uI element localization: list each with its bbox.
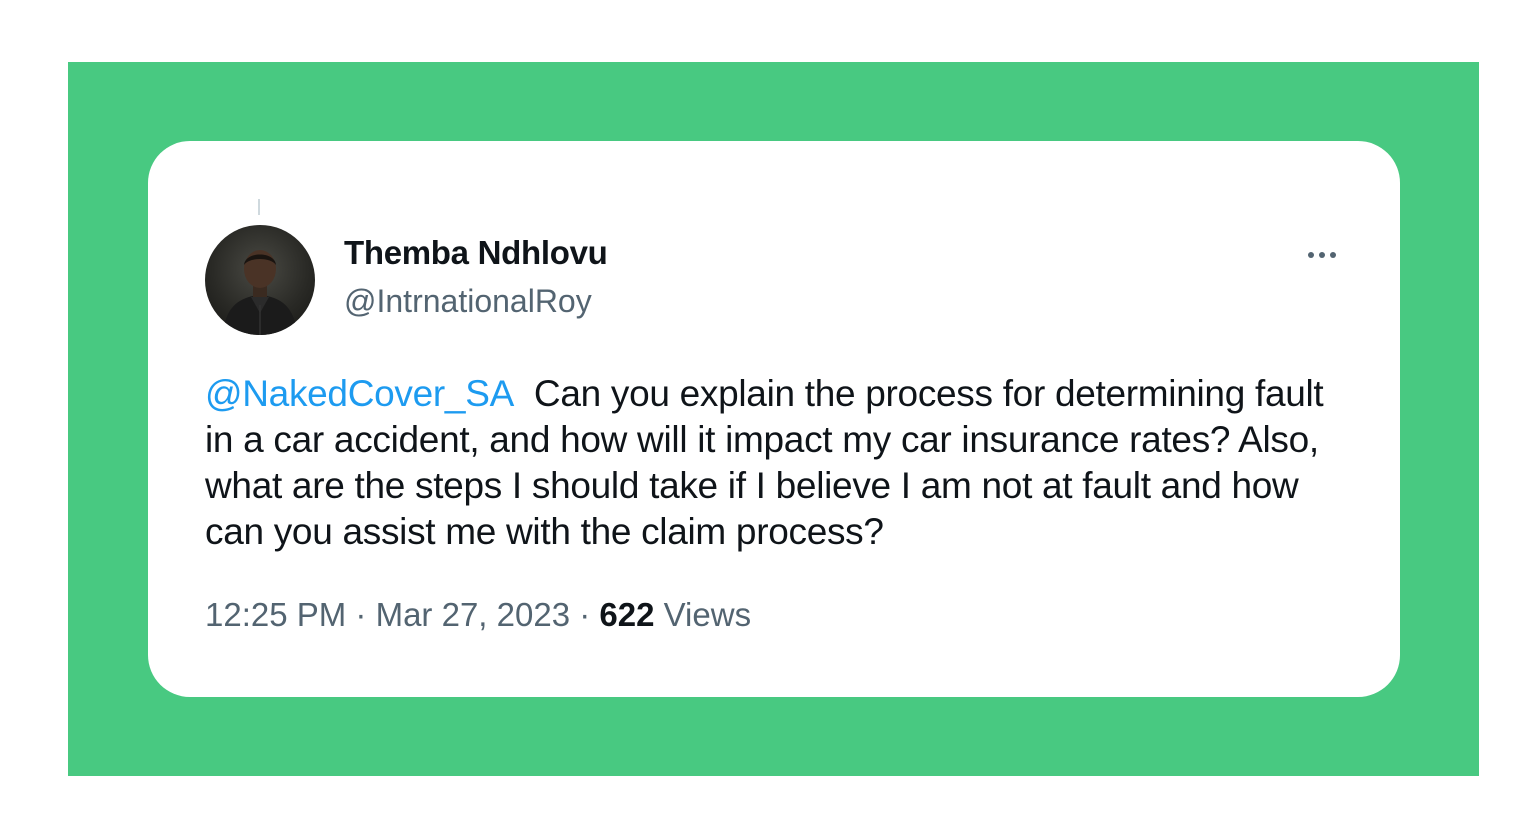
- more-options-button[interactable]: [1298, 241, 1346, 269]
- tweet-meta: 12:25 PM · Mar 27, 2023 · 622 Views: [205, 596, 751, 634]
- more-horizontal-icon-dot: [1319, 252, 1325, 258]
- views-label: Views: [663, 596, 752, 633]
- thread-line: [258, 199, 260, 215]
- mention-link[interactable]: @NakedCover_SA: [205, 373, 514, 414]
- views-count: 622: [599, 596, 655, 633]
- meta-separator: ·: [579, 596, 591, 633]
- more-horizontal-icon-dot: [1330, 252, 1336, 258]
- author-handle[interactable]: @IntrnationalRoy: [344, 283, 592, 320]
- tweet-date[interactable]: Mar 27, 2023: [376, 596, 570, 633]
- tweet-card: Themba Ndhlovu @IntrnationalRoy @NakedCo…: [148, 141, 1400, 697]
- avatar[interactable]: [205, 225, 315, 335]
- profile-photo-icon: [223, 250, 297, 335]
- tweet-body: @NakedCover_SA Can you explain the proce…: [205, 371, 1355, 555]
- more-horizontal-icon: [1308, 252, 1314, 258]
- tweet-time[interactable]: 12:25 PM: [205, 596, 346, 633]
- author-display-name[interactable]: Themba Ndhlovu: [344, 234, 608, 272]
- meta-separator: ·: [355, 596, 367, 633]
